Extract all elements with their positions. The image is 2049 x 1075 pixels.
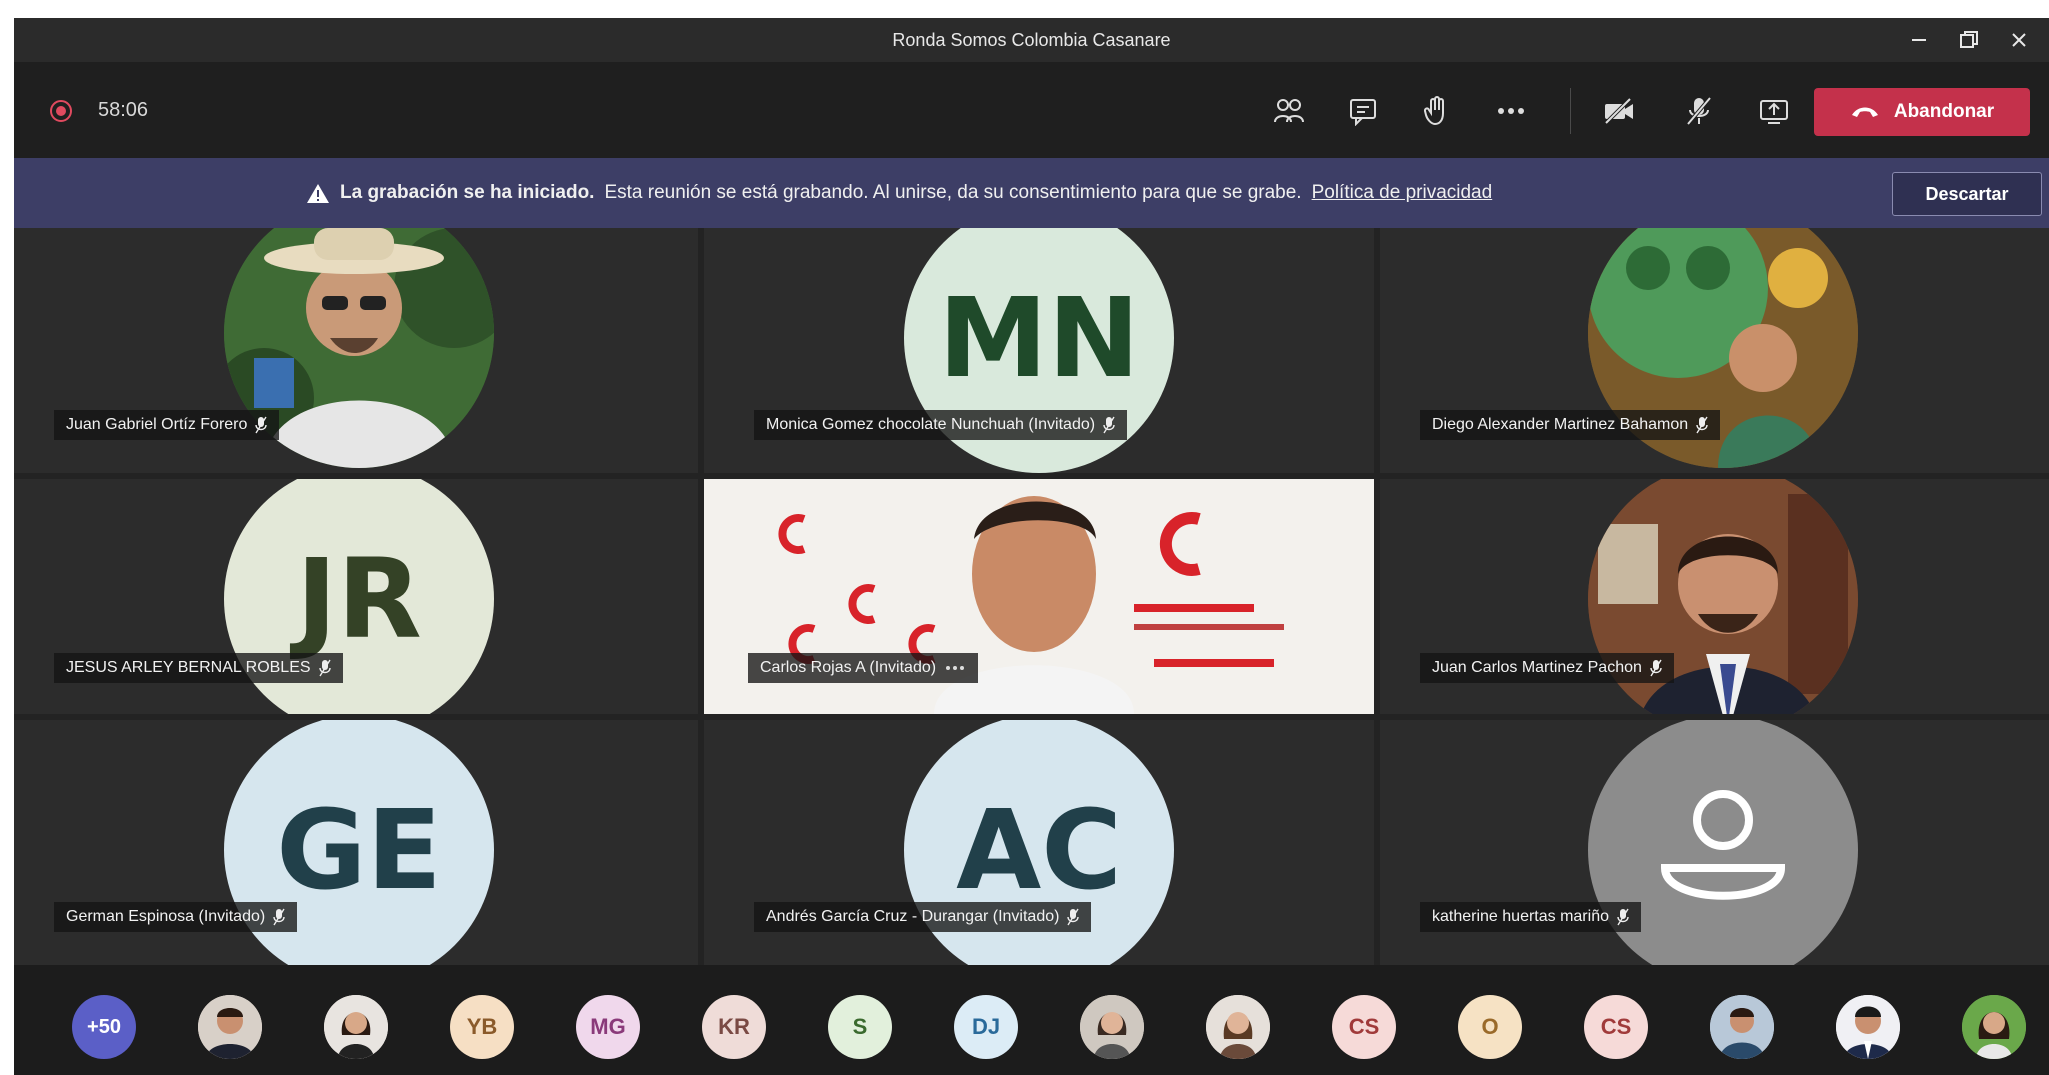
person-icon bbox=[1660, 790, 1786, 900]
minimize-icon bbox=[1912, 39, 1926, 41]
participant-photo-avatar[interactable] bbox=[1206, 995, 1270, 1059]
participant-strip: +50 YB MG KR S DJ CS O CS bbox=[14, 965, 2049, 1075]
leave-label: Abandonar bbox=[1893, 101, 1995, 122]
participant-photo-avatar[interactable] bbox=[324, 995, 388, 1059]
participant-photo-avatar[interactable] bbox=[1080, 995, 1144, 1059]
recording-consent-text: Esta reunión se está grabando. Al unirse… bbox=[604, 182, 1302, 203]
chat-button[interactable] bbox=[1340, 88, 1386, 134]
mic-off-icon bbox=[1103, 416, 1115, 434]
mic-toggle-button[interactable] bbox=[1676, 88, 1722, 134]
initials-avatar[interactable]: DJ bbox=[954, 995, 1018, 1059]
participant-name: Monica Gomez chocolate Nunchuah (Invitad… bbox=[766, 416, 1096, 433]
participant-name: Carlos Rojas A (Invitado) bbox=[760, 659, 937, 676]
participant-name: katherine huertas mariño bbox=[1432, 908, 1609, 925]
window-title: Ronda Somos Colombia Casanare bbox=[892, 30, 1171, 50]
chat-icon bbox=[1350, 99, 1376, 126]
camera-toggle-button[interactable] bbox=[1596, 88, 1642, 134]
participant-photo-avatar[interactable] bbox=[198, 995, 262, 1059]
more-icon bbox=[1498, 108, 1524, 114]
mic-off-icon bbox=[1650, 659, 1662, 677]
participant-name-tag: Carlos Rojas A (Invitado) bbox=[748, 653, 979, 683]
participant-name-tag: Juan Carlos Martinez Pachon bbox=[1420, 653, 1674, 683]
participant-photo-avatar[interactable] bbox=[1710, 995, 1774, 1059]
participant-tile[interactable]: GE German Espinosa (Invitado) bbox=[14, 720, 698, 965]
mic-off-icon bbox=[1617, 908, 1629, 926]
hang-up-icon bbox=[1851, 107, 1878, 117]
participants-button[interactable] bbox=[1266, 88, 1312, 134]
participant-name-tag: Andrés García Cruz - Durangar (Invitado) bbox=[754, 902, 1092, 932]
more-actions-button[interactable] bbox=[1488, 88, 1534, 134]
initials-avatar[interactable]: S bbox=[828, 995, 892, 1059]
participant-name-tag: German Espinosa (Invitado) bbox=[54, 902, 298, 932]
participant-tile[interactable]: JR JESUS ARLEY BERNAL ROBLES bbox=[14, 479, 698, 714]
participant-name: Juan Carlos Martinez Pachon bbox=[1432, 659, 1642, 676]
participant-tile[interactable]: Juan Carlos Martinez Pachon bbox=[1380, 479, 2049, 714]
person-photo-icon bbox=[198, 995, 262, 1059]
participant-photo-avatar[interactable] bbox=[1836, 995, 1900, 1059]
person-photo-icon bbox=[1080, 995, 1144, 1059]
recording-banner: La grabación se ha iniciado. Esta reunió… bbox=[14, 158, 2049, 228]
mic-off-icon bbox=[255, 416, 268, 434]
minimize-button[interactable] bbox=[1894, 18, 1944, 62]
initials-avatar[interactable]: CS bbox=[1584, 995, 1648, 1059]
participant-tile[interactable]: Juan Gabriel Ortíz Forero bbox=[14, 228, 698, 473]
participants-icon bbox=[1274, 99, 1304, 123]
participant-name: Andrés García Cruz - Durangar (Invitado) bbox=[766, 908, 1060, 925]
toolbar-divider bbox=[1570, 88, 1571, 134]
initials-avatar[interactable]: YB bbox=[450, 995, 514, 1059]
participant-tile[interactable]: katherine huertas mariño bbox=[1380, 720, 2049, 965]
mic-off-icon bbox=[273, 908, 285, 926]
participant-tile[interactable]: AC Andrés García Cruz - Durangar (Invita… bbox=[704, 720, 1374, 965]
participant-name-tag: katherine huertas mariño bbox=[1420, 902, 1641, 932]
participant-grid: Juan Gabriel Ortíz Forero MN Monica Gome… bbox=[14, 228, 2049, 965]
initials-avatar[interactable]: O bbox=[1458, 995, 1522, 1059]
close-button[interactable] bbox=[1994, 18, 2044, 62]
participant-name-tag: JESUS ARLEY BERNAL ROBLES bbox=[54, 653, 343, 683]
close-icon bbox=[2012, 33, 2026, 47]
meeting-toolbar: 58:06 Abandonar bbox=[14, 62, 2049, 158]
hand-icon bbox=[1423, 96, 1444, 126]
restore-icon bbox=[1960, 31, 1978, 48]
participant-name-tag: Monica Gomez chocolate Nunchuah (Invitad… bbox=[754, 410, 1128, 440]
participant-name: JESUS ARLEY BERNAL ROBLES bbox=[66, 659, 311, 676]
camera-off-icon bbox=[1604, 97, 1633, 125]
maximize-button[interactable] bbox=[1944, 18, 1994, 62]
participant-name: Diego Alexander Martinez Bahamon bbox=[1432, 416, 1689, 433]
initials-avatar[interactable]: KR bbox=[702, 995, 766, 1059]
person-photo-icon bbox=[1710, 995, 1774, 1059]
warning-icon bbox=[307, 184, 329, 203]
mic-off-icon bbox=[1696, 416, 1708, 434]
person-photo-icon bbox=[1836, 995, 1900, 1059]
mic-off-icon bbox=[1686, 96, 1712, 126]
mic-off-icon bbox=[318, 659, 331, 677]
participant-tile[interactable]: MN Monica Gomez chocolate Nunchuah (Invi… bbox=[704, 228, 1374, 473]
more-icon[interactable] bbox=[944, 664, 966, 672]
mic-off-icon bbox=[1067, 908, 1080, 926]
participant-video-tile[interactable]: Carlos Rojas A (Invitado) bbox=[704, 479, 1374, 714]
raise-hand-button[interactable] bbox=[1414, 88, 1460, 134]
initials-avatar[interactable]: CS bbox=[1332, 995, 1396, 1059]
recording-icon bbox=[50, 100, 72, 122]
recording-status: La grabación se ha iniciado. bbox=[340, 182, 595, 203]
share-screen-icon bbox=[1760, 100, 1788, 124]
leave-meeting-button[interactable]: Abandonar bbox=[1814, 88, 2030, 136]
participant-name: German Espinosa (Invitado) bbox=[66, 908, 266, 925]
person-photo-icon bbox=[324, 995, 388, 1059]
teams-meeting-window: Ronda Somos Colombia Casanare 58:06 Aban… bbox=[14, 18, 2049, 1075]
title-bar: Ronda Somos Colombia Casanare bbox=[14, 18, 2049, 62]
initials-avatar[interactable]: MG bbox=[576, 995, 640, 1059]
dismiss-button[interactable]: Descartar bbox=[1892, 172, 2042, 216]
participant-name-tag: Juan Gabriel Ortíz Forero bbox=[54, 410, 280, 440]
share-screen-button[interactable] bbox=[1751, 88, 1797, 134]
participant-tile[interactable]: Diego Alexander Martinez Bahamon bbox=[1380, 228, 2049, 473]
meeting-timer: 58:06 bbox=[98, 99, 149, 121]
participant-photo-avatar[interactable] bbox=[1962, 995, 2026, 1059]
person-photo-icon bbox=[1962, 995, 2026, 1059]
recording-message: La grabación se ha iniciado. Esta reunió… bbox=[306, 178, 1492, 208]
person-photo-icon bbox=[1206, 995, 1270, 1059]
participant-name-tag: Diego Alexander Martinez Bahamon bbox=[1420, 410, 1721, 440]
more-participants-button[interactable]: +50 bbox=[72, 995, 136, 1059]
participant-name: Juan Gabriel Ortíz Forero bbox=[66, 416, 248, 433]
privacy-policy-link[interactable]: Política de privacidad bbox=[1312, 178, 1493, 208]
